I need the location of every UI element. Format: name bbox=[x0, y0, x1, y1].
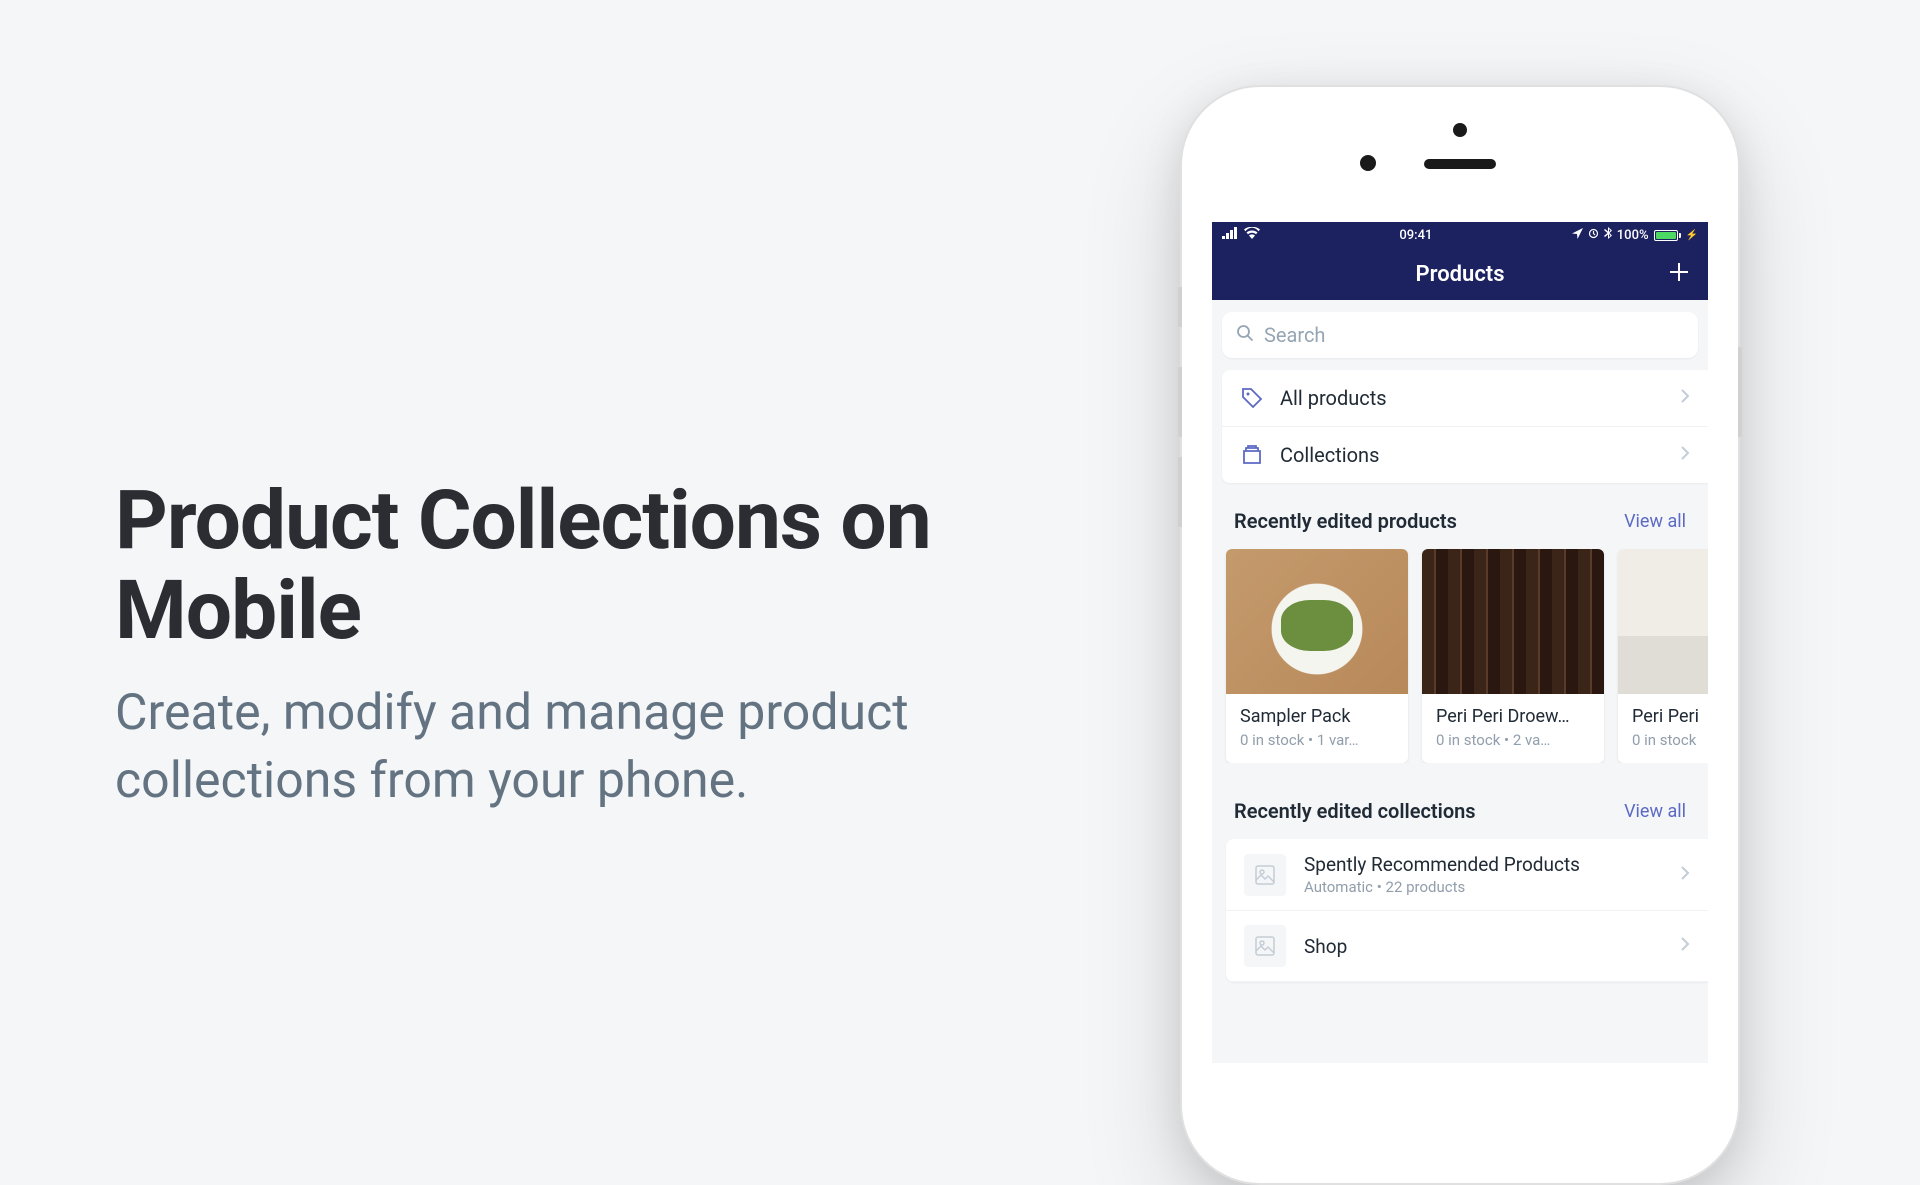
battery-percent: 100% bbox=[1617, 228, 1649, 243]
charging-icon: ⚡ bbox=[1686, 230, 1698, 241]
collection-name: Shop bbox=[1304, 935, 1662, 958]
menu-label: All products bbox=[1280, 386, 1664, 410]
product-image bbox=[1618, 549, 1708, 694]
view-all-collections-link[interactable]: View all bbox=[1624, 801, 1686, 822]
hero-subtitle: Create, modify and manage product collec… bbox=[115, 680, 1015, 815]
recent-collections-section: Recently edited collections View all Spe… bbox=[1212, 799, 1708, 982]
nav-bar: Products bbox=[1212, 248, 1708, 300]
product-meta: 0 in stock bbox=[1632, 731, 1708, 749]
menu-label: Collections bbox=[1280, 443, 1664, 467]
product-name: Sampler Pack bbox=[1240, 706, 1394, 727]
tag-icon bbox=[1240, 386, 1264, 410]
nav-title: Products bbox=[1415, 262, 1504, 287]
phone-camera-dot bbox=[1453, 123, 1467, 137]
view-all-products-link[interactable]: View all bbox=[1624, 511, 1686, 532]
bluetooth-icon bbox=[1604, 227, 1612, 243]
phone-frame: 09:41 100% ⚡ Prod bbox=[1180, 85, 1740, 1185]
product-scroll[interactable]: Sampler Pack 0 in stock • 1 var… Peri Pe… bbox=[1212, 549, 1708, 763]
product-image bbox=[1422, 549, 1604, 694]
recent-products-section: Recently edited products View all Sample… bbox=[1212, 509, 1708, 763]
phone-power-button bbox=[1738, 347, 1742, 437]
chevron-right-icon bbox=[1680, 865, 1690, 885]
collection-item[interactable]: Spently Recommended Products Automatic •… bbox=[1226, 839, 1708, 911]
collections-icon bbox=[1240, 443, 1264, 467]
search-placeholder: Search bbox=[1264, 323, 1325, 347]
section-title: Recently edited collections bbox=[1234, 799, 1476, 823]
phone-front-camera bbox=[1360, 155, 1376, 171]
collection-item[interactable]: Shop bbox=[1226, 911, 1708, 982]
product-name: Peri Peri bbox=[1632, 706, 1708, 727]
search-icon bbox=[1236, 324, 1254, 346]
collection-meta: Automatic • 22 products bbox=[1304, 878, 1662, 896]
app-content: Search All products bbox=[1212, 300, 1708, 982]
product-card[interactable]: Peri Peri 0 in stock bbox=[1618, 549, 1708, 763]
search-input[interactable]: Search bbox=[1222, 312, 1698, 358]
alarm-icon bbox=[1588, 228, 1599, 243]
image-placeholder-icon bbox=[1244, 925, 1286, 967]
hero-text-block: Product Collections on Mobile Create, mo… bbox=[115, 476, 1115, 815]
product-card[interactable]: Sampler Pack 0 in stock • 1 var… bbox=[1226, 549, 1408, 763]
signal-icon bbox=[1222, 227, 1240, 243]
hero-title: Product Collections on Mobile bbox=[115, 476, 1115, 656]
chevron-right-icon bbox=[1680, 936, 1690, 956]
status-bar: 09:41 100% ⚡ bbox=[1212, 222, 1708, 248]
phone-screen: 09:41 100% ⚡ Prod bbox=[1212, 222, 1708, 1063]
section-title: Recently edited products bbox=[1234, 509, 1457, 533]
battery-icon bbox=[1654, 230, 1681, 241]
phone-mute-switch bbox=[1178, 287, 1182, 327]
product-image bbox=[1226, 549, 1408, 694]
collection-name: Spently Recommended Products bbox=[1304, 853, 1662, 876]
product-meta: 0 in stock • 2 va… bbox=[1436, 731, 1590, 749]
add-button[interactable] bbox=[1668, 259, 1690, 289]
phone-speaker bbox=[1424, 159, 1496, 169]
location-icon bbox=[1572, 228, 1583, 243]
status-time: 09:41 bbox=[1399, 228, 1432, 243]
product-card[interactable]: Peri Peri Droew… 0 in stock • 2 va… bbox=[1422, 549, 1604, 763]
phone-volume-up bbox=[1178, 367, 1182, 437]
menu-collections[interactable]: Collections bbox=[1222, 427, 1708, 483]
collections-card: Spently Recommended Products Automatic •… bbox=[1226, 839, 1708, 982]
wifi-icon bbox=[1244, 227, 1260, 243]
menu-card: All products Collections bbox=[1222, 370, 1708, 483]
phone-volume-down bbox=[1178, 457, 1182, 527]
product-name: Peri Peri Droew… bbox=[1436, 706, 1590, 727]
chevron-right-icon bbox=[1680, 445, 1690, 465]
product-meta: 0 in stock • 1 var… bbox=[1240, 731, 1394, 749]
chevron-right-icon bbox=[1680, 388, 1690, 408]
image-placeholder-icon bbox=[1244, 854, 1286, 896]
menu-all-products[interactable]: All products bbox=[1222, 370, 1708, 427]
